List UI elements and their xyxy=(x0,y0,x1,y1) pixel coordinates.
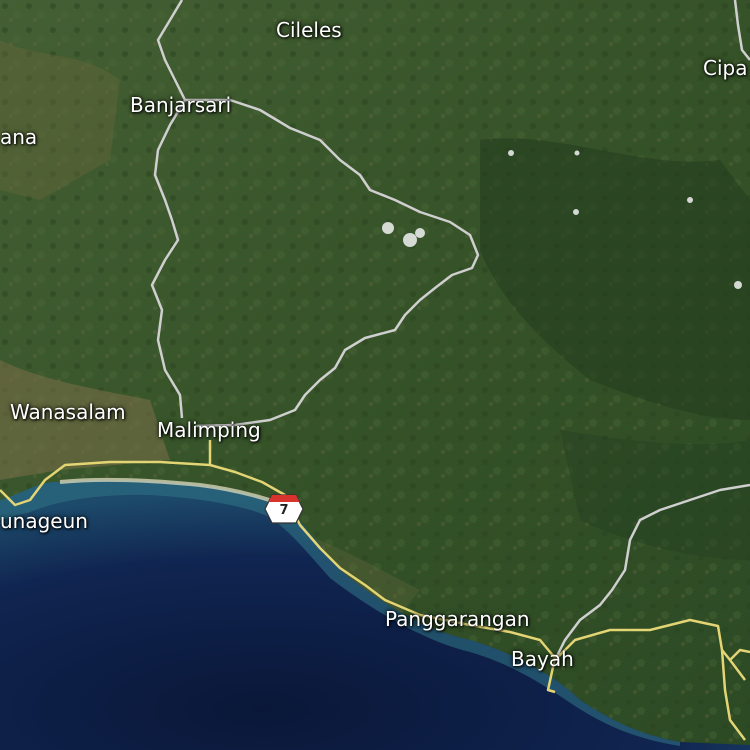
place-label-cileles[interactable]: Cileles xyxy=(276,20,342,40)
place-label-banjarsari[interactable]: Banjarsari xyxy=(130,95,231,115)
place-label-partial-east[interactable]: Cipa xyxy=(703,58,747,78)
place-label-panggarangan[interactable]: Panggarangan xyxy=(385,609,530,629)
satellite-imagery xyxy=(0,0,750,750)
place-label-partial-west[interactable]: ana xyxy=(0,127,37,147)
place-label-malimping[interactable]: Malimping xyxy=(157,420,261,440)
place-label-wanasalam[interactable]: Wanasalam xyxy=(10,402,126,422)
route-shield-icon[interactable]: 7 xyxy=(264,494,304,524)
route-number: 7 xyxy=(279,503,289,518)
map-view[interactable]: Cileles Banjarsari ana Cipa Wanasalam Ma… xyxy=(0,0,750,750)
place-label-binuangeun[interactable]: unageun xyxy=(0,511,88,531)
place-label-bayah[interactable]: Bayah xyxy=(511,649,574,669)
